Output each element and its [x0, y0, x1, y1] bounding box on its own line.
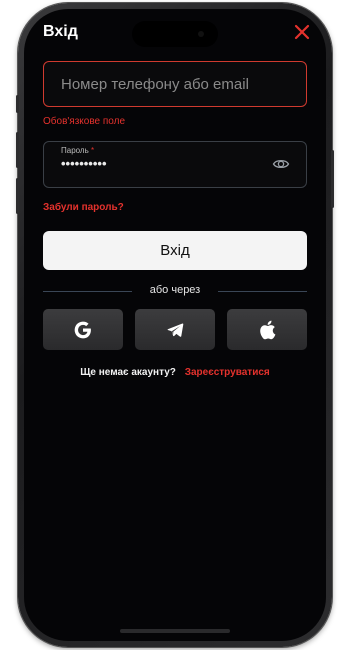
apple-icon	[260, 320, 276, 339]
phone-power-button	[331, 150, 334, 208]
forgot-password-link[interactable]: Забули пароль?	[43, 202, 124, 213]
password-value[interactable]: ••••••••••	[61, 156, 107, 171]
google-login-button[interactable]	[43, 309, 123, 350]
eye-icon[interactable]	[272, 155, 290, 173]
page-title: Вхід	[43, 23, 78, 40]
required-mark: *	[91, 146, 95, 155]
password-label: Пароль *	[61, 146, 94, 155]
signup-row: Ще немає акаунту? Зареєструватися	[24, 367, 326, 378]
login-button[interactable]: Вхід	[43, 231, 307, 270]
phone-volume-up-button	[16, 132, 19, 168]
camera-dot	[198, 31, 204, 37]
telegram-login-button[interactable]	[135, 309, 215, 350]
password-field[interactable]: Пароль * ••••••••••	[43, 141, 307, 188]
dynamic-island	[132, 21, 218, 47]
password-label-text: Пароль	[61, 146, 89, 155]
app-screen: Вхід Обов'язкове поле Пароль * •••••••••…	[24, 9, 326, 641]
google-icon	[74, 321, 91, 338]
login-input[interactable]	[44, 62, 306, 106]
phone-side-button	[16, 95, 19, 113]
login-field-container	[43, 61, 307, 107]
social-login-row	[43, 309, 307, 350]
login-error-text: Обов'язкове поле	[43, 116, 126, 127]
home-indicator	[120, 629, 230, 633]
apple-login-button[interactable]	[227, 309, 307, 350]
or-divider: або через	[43, 283, 307, 299]
signup-link[interactable]: Зареєструватися	[185, 367, 270, 378]
signup-question: Ще немає акаунту?	[80, 367, 176, 378]
close-icon[interactable]	[294, 24, 310, 40]
divider-line-right	[218, 291, 307, 292]
phone-volume-down-button	[16, 178, 19, 214]
divider-label: або через	[149, 284, 201, 296]
telegram-icon	[167, 323, 184, 337]
